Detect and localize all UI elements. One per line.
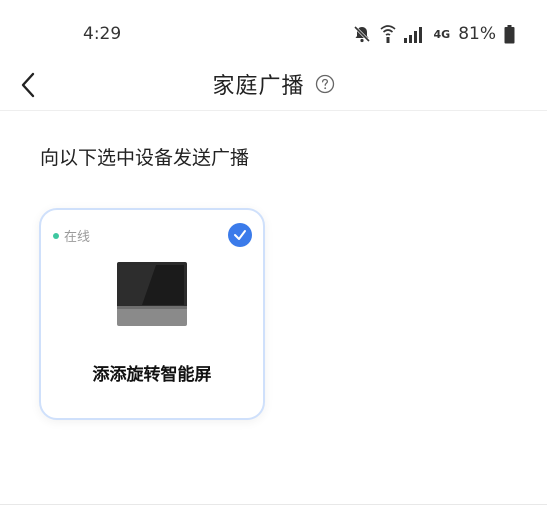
online-label: 在线 (64, 230, 91, 245)
signal-icon (403, 27, 422, 43)
title-wrap: 家庭广播 (0, 68, 547, 100)
status-time: 4:29 (83, 24, 122, 44)
wifi-icon (379, 25, 396, 43)
network-type: 4G (433, 27, 451, 41)
bell-off-icon (353, 25, 370, 43)
bottom-divider (0, 504, 547, 505)
check-icon (234, 230, 246, 240)
battery-percent: 81% (458, 24, 496, 44)
smart-display-icon (117, 262, 187, 326)
selected-check-badge[interactable] (228, 223, 252, 247)
header: 家庭广播 (0, 62, 547, 111)
status-bar: 4:29 4G 81% (0, 0, 547, 66)
instruction-text: 向以下选中设备发送广播 (40, 147, 250, 169)
battery-icon (504, 24, 515, 43)
page-title: 家庭广播 (212, 74, 305, 99)
question-circle-icon[interactable] (315, 74, 335, 94)
online-status: 在线 (53, 226, 90, 245)
status-icons: 4G 81% (352, 22, 515, 46)
device-card[interactable]: 在线 添添旋转智能屏 (39, 208, 265, 420)
device-name: 添添旋转智能屏 (92, 365, 212, 385)
online-dot (53, 232, 59, 239)
